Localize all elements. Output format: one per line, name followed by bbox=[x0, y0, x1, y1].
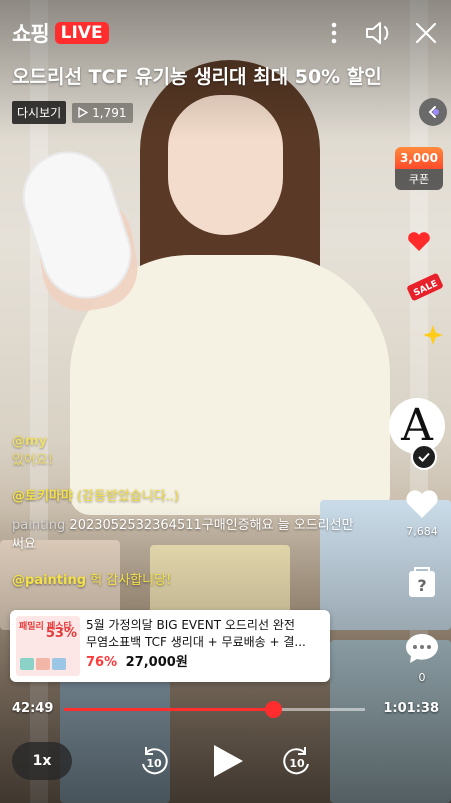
play-outline-icon bbox=[78, 107, 89, 118]
chat-message: @토키마먀 (감동받았습니다..) bbox=[12, 487, 362, 506]
total-time: 1:01:38 bbox=[383, 701, 439, 716]
broadcast-title: 오드리선 TCF 유기농 생리대 최대 50% 할인 bbox=[12, 66, 382, 88]
product-thumbnail: 패밀리 페스타 53% bbox=[16, 616, 80, 676]
view-count-value: 1,791 bbox=[92, 105, 127, 120]
close-icon[interactable] bbox=[411, 18, 441, 48]
coupon-button[interactable]: 3,000 쿠폰 bbox=[395, 147, 443, 190]
replay-badge: 다시보기 bbox=[12, 101, 67, 124]
chat-text: 있어요! bbox=[12, 453, 54, 468]
chat-message: painting 2023052532364511구매인증해요 늘 오드리선만 … bbox=[12, 516, 362, 554]
forward-10-button[interactable]: 10 bbox=[274, 738, 320, 784]
check-icon bbox=[411, 444, 437, 470]
chat-text: 헉 감사합니당! bbox=[90, 573, 172, 588]
comment-count: 0 bbox=[418, 671, 426, 684]
chat-bubble-icon bbox=[406, 634, 438, 663]
chat-username: painting bbox=[12, 518, 66, 533]
product-name-line1: 5월 가정의달 BIG EVENT 오드리선 완전 bbox=[86, 618, 295, 632]
view-count: 1,791 bbox=[72, 102, 133, 123]
brand-text: 쇼핑 bbox=[12, 22, 50, 46]
channel-logo-letter: A bbox=[401, 400, 433, 451]
like-button[interactable]: 7,684 bbox=[399, 490, 445, 538]
chat-username: @my bbox=[12, 434, 48, 449]
product-info: 5월 가정의달 BIG EVENT 오드리선 완전 무염소표백 TCF 생리대 … bbox=[86, 610, 330, 682]
heart-icon bbox=[406, 490, 438, 518]
svg-text:?: ? bbox=[417, 576, 426, 595]
product-name-line2: 무염소표백 TCF 생리대 + 무료배송 + 결... bbox=[86, 635, 306, 649]
product-card[interactable]: 패밀리 페스타 53% 5월 가정의달 BIG EVENT 오드리선 완전 무염… bbox=[10, 610, 330, 682]
forward-seconds: 10 bbox=[289, 757, 305, 770]
current-time: 42:49 bbox=[12, 701, 54, 716]
product-price: 27,000원 bbox=[125, 655, 188, 670]
rewind-icon: 10 bbox=[142, 747, 168, 775]
sale-sticker-icon: SALE bbox=[405, 270, 445, 308]
sparkle-sticker-icon bbox=[423, 325, 443, 349]
product-list-button[interactable]: ? bbox=[399, 565, 445, 602]
shopping-bag-icon: ? bbox=[409, 567, 435, 597]
chat-message: @my 있어요! bbox=[12, 432, 362, 470]
progress-fill bbox=[64, 708, 274, 711]
chat-username: @토키마먀 bbox=[12, 489, 73, 504]
thumb-products bbox=[20, 658, 66, 670]
playback-controls: 1x 10 10 bbox=[0, 738, 451, 784]
coupon-amount: 3,000 bbox=[395, 147, 443, 169]
chat-message: @painting 헉 감사합니당! bbox=[12, 571, 362, 590]
rewind-seconds: 10 bbox=[146, 757, 162, 770]
more-vertical-icon[interactable] bbox=[319, 18, 349, 48]
shopping-live-brand: 쇼핑 LIVE bbox=[12, 18, 109, 48]
coupon-label: 쿠폰 bbox=[395, 169, 443, 190]
thumb-discount: 53% bbox=[45, 626, 77, 641]
chat-text: (감동받았습니다..) bbox=[76, 489, 180, 504]
progress-bar[interactable] bbox=[64, 701, 365, 718]
discount-rate: 76% bbox=[86, 655, 118, 670]
heart-sticker-icon bbox=[407, 232, 431, 256]
live-badge: LIVE bbox=[54, 22, 109, 44]
speaker-icon[interactable] bbox=[365, 18, 395, 48]
price-row: 76% 27,000원 bbox=[86, 654, 322, 671]
rewind-10-button[interactable]: 10 bbox=[131, 738, 177, 784]
play-button[interactable] bbox=[205, 738, 251, 784]
speed-button[interactable]: 1x bbox=[12, 742, 72, 780]
chevron-left-icon[interactable] bbox=[419, 98, 447, 126]
broadcast-meta: 다시보기 1,791 bbox=[12, 101, 133, 124]
comment-button[interactable]: 0 bbox=[399, 632, 445, 684]
chat-username: @painting bbox=[12, 573, 87, 588]
play-icon bbox=[214, 745, 243, 777]
like-count: 7,684 bbox=[406, 525, 438, 538]
forward-icon: 10 bbox=[283, 747, 309, 775]
top-controls bbox=[319, 18, 441, 48]
